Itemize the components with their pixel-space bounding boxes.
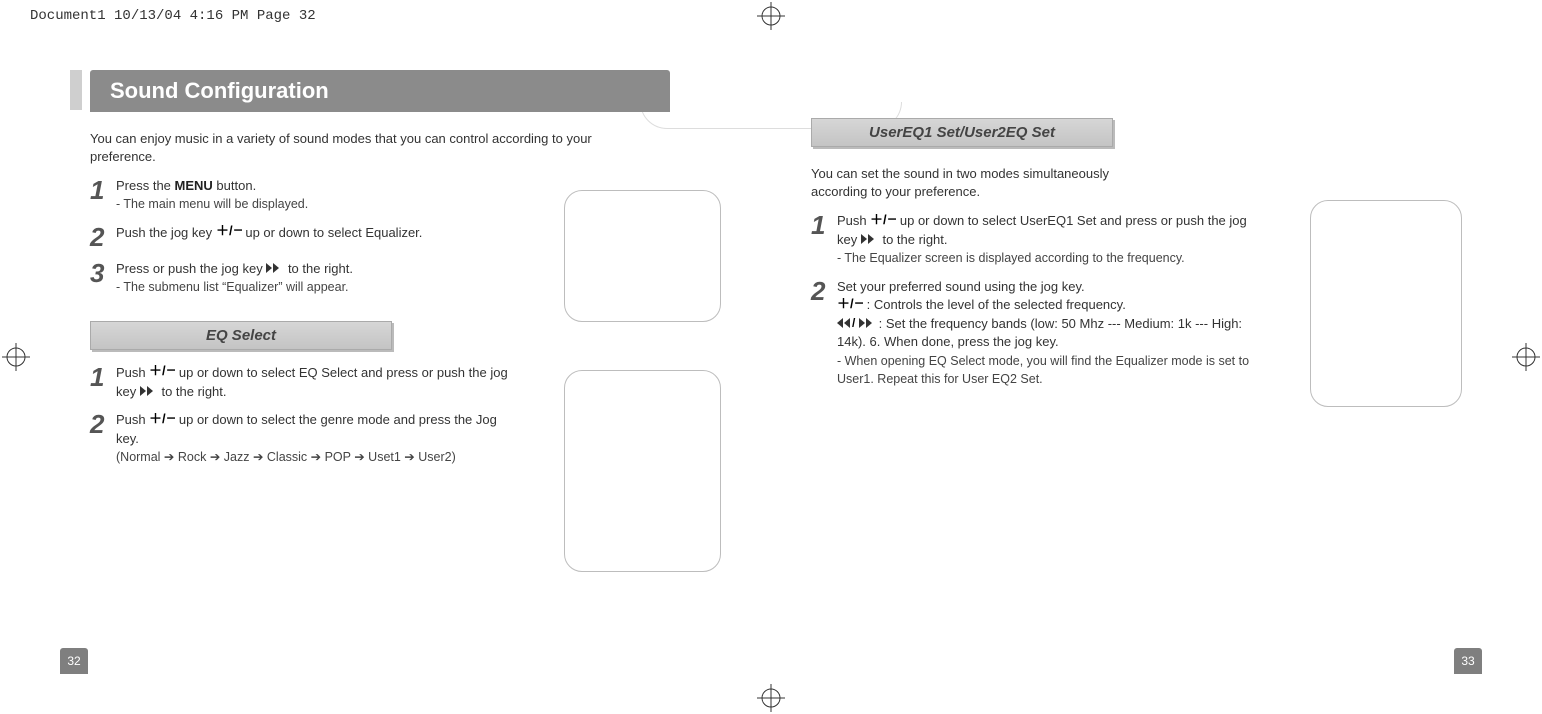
- step-number: 2: [90, 224, 116, 250]
- plus-minus-icon: ＋/－: [149, 412, 175, 430]
- fast-forward-icon: [861, 231, 879, 249]
- r1-a: Push: [837, 213, 870, 228]
- right-step-1: 1 Push ＋/－ up or down to select UserEQ1 …: [811, 212, 1251, 268]
- step-number: 2: [811, 278, 837, 304]
- eq1-c: to the right.: [161, 384, 226, 399]
- fast-forward-icon: [266, 260, 284, 278]
- eq2-a: Push: [116, 412, 149, 427]
- menu-label: MENU: [175, 178, 213, 193]
- step-number: 3: [90, 260, 116, 286]
- step-3-text-a: Press or push the jog key: [116, 261, 266, 276]
- svg-text:＋/－: ＋/－: [870, 214, 896, 226]
- registration-mark-top: [757, 2, 785, 30]
- step-3: 3 Press or push the jog key to the right…: [90, 260, 510, 297]
- svg-text:＋/－: ＋/－: [149, 413, 175, 425]
- eq1-a: Push: [116, 365, 149, 380]
- page-number-right: 33: [1454, 648, 1482, 674]
- registration-mark-left: [2, 343, 30, 371]
- registration-mark-right: [1512, 343, 1540, 371]
- svg-text:＋/－: ＋/－: [149, 365, 175, 377]
- step-3-text-b: to the right.: [288, 261, 353, 276]
- right-intro: You can set the sound in two modes simul…: [811, 165, 1151, 200]
- step-number: 2: [90, 411, 116, 437]
- screen-placeholder-2: [564, 370, 721, 572]
- plus-minus-icon: ＋/－: [837, 297, 863, 315]
- step-2-text-a: Push the jog key: [116, 225, 216, 240]
- r2-sub: - When opening EQ Select mode, you will …: [837, 354, 1249, 387]
- fast-forward-icon: [140, 383, 158, 401]
- r2-line3: : Set the frequency bands (low: 50 Mhz -…: [837, 316, 1242, 350]
- svg-text:/: /: [852, 318, 856, 328]
- step-3-sub: - The submenu list “Equalizer” will appe…: [116, 280, 349, 294]
- svg-text:＋/－: ＋/－: [837, 298, 863, 310]
- r2-a: Set your preferred sound using the jog k…: [837, 279, 1085, 294]
- step-1-sub: - The main menu will be displayed.: [116, 197, 308, 211]
- r1-c: to the right.: [882, 232, 947, 247]
- title-accent: [70, 70, 82, 110]
- page-number-left: 32: [60, 648, 88, 674]
- intro-text: You can enjoy music in a variety of soun…: [90, 130, 610, 165]
- page-left: Sound Configuration You can enjoy music …: [60, 70, 731, 674]
- screen-placeholder-1: [564, 190, 721, 322]
- section-usereq: UserEQ1 Set/User2EQ Set: [811, 118, 1113, 147]
- step-number: 1: [90, 177, 116, 203]
- right-step-2: 2 Set your preferred sound using the jog…: [811, 278, 1251, 389]
- svg-text:＋/－: ＋/－: [216, 225, 242, 237]
- step-1-text-b: button.: [213, 178, 256, 193]
- section-eq-select: EQ Select: [90, 321, 392, 350]
- step-1-text-a: Press the: [116, 178, 175, 193]
- page-title: Sound Configuration: [90, 70, 670, 112]
- r2-line2: : Controls the level of the selected fre…: [867, 297, 1126, 312]
- screen-placeholder-3: [1310, 200, 1462, 407]
- plus-minus-icon: ＋/－: [216, 224, 242, 242]
- page-right: UserEQ1 Set/User2EQ Set You can set the …: [811, 70, 1482, 674]
- r1-sub: - The Equalizer screen is displayed acco…: [837, 251, 1185, 265]
- plus-minus-icon: ＋/－: [149, 364, 175, 382]
- step-1: 1 Press the MENU button. - The main menu…: [90, 177, 510, 214]
- eq2-sub: (Normal ➔ Rock ➔ Jazz ➔ Classic ➔ POP ➔ …: [116, 450, 456, 464]
- rewind-forward-icon: /: [837, 315, 875, 333]
- step-2-text-b: up or down to select Equalizer.: [245, 225, 422, 240]
- eq-step-1: 1 Push ＋/－ up or down to select EQ Selec…: [90, 364, 510, 401]
- step-number: 1: [811, 212, 837, 238]
- step-2: 2 Push the jog key ＋/－ up or down to sel…: [90, 224, 510, 250]
- eq-step-2: 2 Push ＋/－ up or down to select the genr…: [90, 411, 510, 466]
- registration-mark-bottom: [757, 684, 785, 712]
- plus-minus-icon: ＋/－: [870, 213, 896, 231]
- step-number: 1: [90, 364, 116, 390]
